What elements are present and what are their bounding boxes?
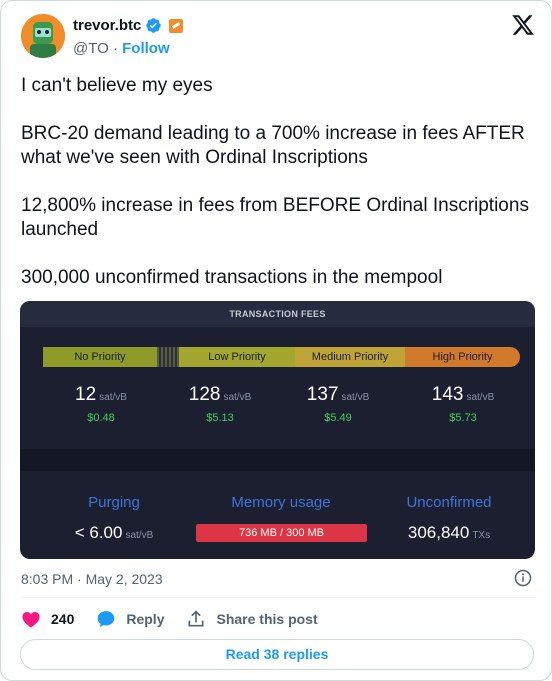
speech-bubble-icon xyxy=(98,611,115,628)
tweet-paragraph: BRC-20 demand leading to a 700% increase… xyxy=(21,123,525,168)
fee-usd: $5.73 xyxy=(449,412,477,424)
fee-value: 143 sat/vB xyxy=(403,384,523,406)
unconfirmed-unit: TXs xyxy=(472,530,491,541)
tweet-paragraph: 12,800% increase in fees from BEFORE Ord… xyxy=(21,195,529,240)
reply-label: Reply xyxy=(126,611,165,627)
fee-value: 128 sat/vB xyxy=(160,384,280,406)
avatar-image xyxy=(21,14,65,58)
fee-unit: sat/vB xyxy=(99,392,127,403)
memory-usage-label: Memory usage xyxy=(231,494,331,511)
purging-label: Purging xyxy=(88,494,140,511)
author-name[interactable]: trevor.btc xyxy=(73,17,141,34)
unconfirmed-value: 306,840 TXs xyxy=(369,523,529,543)
action-bar: 240 Reply Share this post xyxy=(21,609,340,629)
like-count: 240 xyxy=(51,611,75,627)
priority-gap-bar xyxy=(157,347,179,367)
purging-value: < 6.00 sat/vB xyxy=(34,523,194,543)
fee-usd: $0.48 xyxy=(87,412,115,424)
fee-number: 137 xyxy=(306,384,339,405)
purging-unit: sat/vB xyxy=(125,530,154,541)
author-name-row: trevor.btc xyxy=(73,17,184,34)
fee-unit: sat/vB xyxy=(341,392,370,403)
tweet-timestamp[interactable]: 8:03 PM · May 2, 2023 xyxy=(21,571,163,587)
like-button[interactable]: 240 xyxy=(21,610,74,628)
fee-unit: sat/vB xyxy=(223,392,252,403)
read-replies-button[interactable]: Read 38 replies xyxy=(20,639,534,670)
unconfirmed-number: 306,840 xyxy=(407,523,470,542)
affiliate-badge-icon xyxy=(169,18,184,33)
fee-number: 12 xyxy=(75,384,97,405)
handle-separator: · xyxy=(112,40,118,57)
reply-button[interactable]: Reply xyxy=(96,609,164,629)
purging-number: < 6.00 xyxy=(74,523,123,542)
unconfirmed-label: Unconfirmed xyxy=(406,494,492,511)
share-icon xyxy=(188,610,204,627)
fee-value: 12 sat/vB xyxy=(41,384,161,406)
share-button[interactable]: Share this post xyxy=(186,609,318,629)
transaction-fees-image[interactable]: TRANSACTION FEES No Priority Low Priorit… xyxy=(20,301,535,559)
fee-value: 137 sat/vB xyxy=(278,384,398,406)
x-logo-icon[interactable] xyxy=(510,13,536,37)
no-priority-bar: No Priority xyxy=(43,347,157,367)
fee-unit: sat/vB xyxy=(466,392,495,403)
low-priority-bar: Low Priority xyxy=(179,347,295,367)
divider xyxy=(21,597,535,598)
tweet-card: trevor.btc @TO · Follow I can't believe … xyxy=(0,0,552,681)
tweet-paragraph: I can't believe my eyes xyxy=(21,75,213,96)
tweet-paragraph: 300,000 unconfirmed transactions in the … xyxy=(21,267,443,288)
fee-number: 128 xyxy=(188,384,221,405)
memory-usage-bar: 736 MB / 300 MB xyxy=(196,524,367,542)
share-label: Share this post xyxy=(216,611,318,627)
heart-icon xyxy=(22,611,40,628)
divider-band xyxy=(20,449,535,471)
info-icon[interactable] xyxy=(514,569,532,587)
fee-usd: $5.49 xyxy=(324,412,352,424)
author-handle-row: @TO · Follow xyxy=(73,40,170,57)
fee-usd: $5.13 xyxy=(206,412,234,424)
follow-button[interactable]: Follow xyxy=(122,40,170,57)
high-priority-bar: High Priority xyxy=(405,347,520,367)
verified-check-icon xyxy=(146,18,162,33)
medium-priority-bar: Medium Priority xyxy=(295,347,405,367)
fees-title: TRANSACTION FEES xyxy=(229,309,326,319)
author-handle[interactable]: @TO xyxy=(73,40,109,57)
fee-number: 143 xyxy=(431,384,464,405)
avatar[interactable] xyxy=(21,14,65,58)
